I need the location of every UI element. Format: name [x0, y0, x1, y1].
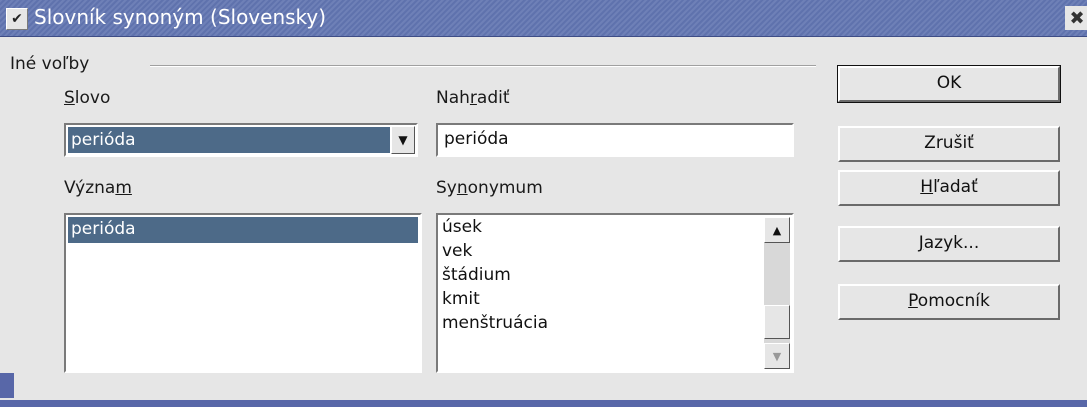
synonym-list-item[interactable]: štádium	[442, 265, 511, 285]
help-button[interactable]: Pomocník	[838, 284, 1060, 320]
search-label-post: ľadať	[933, 177, 978, 197]
chevron-down-icon: ✔	[11, 11, 23, 27]
help-label-post: omocník	[917, 291, 990, 311]
title-bar[interactable]: ✔ Slovník synoným (Slovensky) ✖	[0, 0, 1087, 37]
synonym-list-item[interactable]: vek	[442, 241, 472, 261]
replace-label-pre: Nah	[436, 88, 470, 108]
language-button[interactable]: Jazyk...	[838, 226, 1060, 262]
language-label-post: azyk...	[923, 233, 980, 253]
meaning-list-item[interactable]: perióda	[68, 217, 418, 243]
scrollbar-thumb[interactable]	[764, 305, 790, 339]
desktop-edge	[0, 373, 14, 398]
meaning-label-pre: Význa	[64, 178, 116, 198]
replace-label-key: r	[469, 88, 477, 108]
word-combobox[interactable]: perióda ▼	[64, 123, 418, 157]
close-button[interactable]: ✖	[1065, 6, 1087, 30]
triangle-down-icon: ▼	[398, 133, 408, 147]
synonym-label: Synonymum	[436, 178, 543, 198]
synonym-list-item[interactable]: menštruácia	[442, 313, 548, 333]
word-label-post: lovo	[74, 88, 111, 108]
meaning-listbox[interactable]: perióda	[64, 213, 422, 373]
replace-label-post: adiť	[476, 88, 510, 108]
group-label: Iné voľby	[10, 54, 90, 74]
thesaurus-dialog: ✔ Slovník synoným (Slovensky) ✖ Iné voľb…	[0, 0, 1087, 400]
window-menu-button[interactable]: ✔	[6, 8, 28, 30]
scroll-up-button[interactable]: ▲	[764, 217, 790, 243]
replace-input[interactable]: perióda	[436, 123, 794, 157]
help-label-key: P	[908, 291, 918, 311]
search-button[interactable]: Hľadať	[838, 170, 1060, 206]
synonym-label-post: onymum	[467, 178, 543, 198]
triangle-up-icon: ▲	[772, 223, 782, 237]
replace-label: Nahradiť	[436, 88, 510, 108]
synonym-label-key: n	[456, 178, 468, 198]
synonym-listbox[interactable]: úsek vek štádium kmit menštruácia ▲ ▼	[436, 213, 794, 373]
ok-button[interactable]: OK	[837, 65, 1061, 103]
cancel-button[interactable]: Zrušiť	[838, 126, 1060, 162]
meaning-label-key: m	[115, 178, 132, 198]
group-divider	[150, 65, 816, 67]
window-title: Slovník synoným (Slovensky)	[34, 5, 327, 29]
combobox-dropdown-button[interactable]: ▼	[391, 126, 415, 154]
synonym-list-item[interactable]: úsek	[442, 217, 482, 237]
search-label-key: H	[920, 177, 934, 197]
synonym-label-pre: Sy	[436, 178, 457, 198]
close-icon: ✖	[1069, 7, 1085, 29]
synonym-scrollbar[interactable]: ▲ ▼	[764, 217, 790, 369]
synonym-list-item[interactable]: kmit	[442, 289, 480, 309]
word-label: Slovo	[64, 88, 110, 108]
word-label-key: S	[64, 88, 75, 108]
meaning-label: Význam	[64, 178, 132, 198]
word-combobox-value[interactable]: perióda	[68, 127, 390, 153]
triangle-down-icon: ▼	[772, 349, 782, 363]
scroll-down-button[interactable]: ▼	[764, 343, 790, 369]
